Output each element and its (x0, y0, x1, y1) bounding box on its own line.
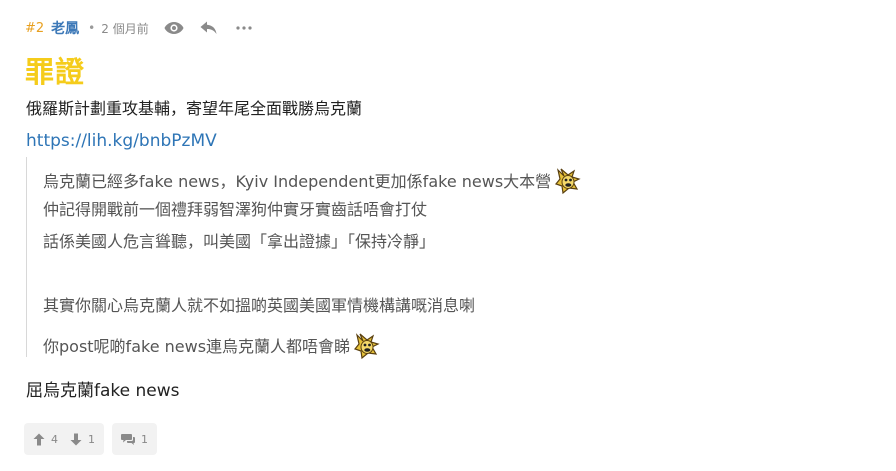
quote-line: 其實你關心烏克蘭人就不如搵啲英國美國軍情機構講嘅消息喇 (43, 296, 476, 315)
quote-line: 你post呢啲fake news連烏克蘭人都唔會睇 (43, 332, 380, 360)
downvote-button[interactable]: 1 (70, 433, 95, 446)
smiley-icon (553, 167, 581, 195)
vote-box: 4 1 (24, 423, 104, 455)
eye-icon[interactable] (163, 17, 185, 39)
post-link[interactable]: https://lih.kg/bnbPzMV (26, 130, 217, 152)
downvote-count: 1 (88, 432, 95, 446)
comment-count: 1 (141, 432, 148, 446)
thumb-up-icon (33, 433, 45, 445)
author-name[interactable]: 老鳳 (51, 18, 79, 38)
comment-button[interactable]: 1 (112, 423, 157, 455)
upvote-button[interactable]: 4 (33, 433, 58, 446)
post-actions: 4 1 1 (24, 423, 157, 455)
post-header: #2 老鳳 • 2 個月前 (25, 17, 255, 39)
floor-number: #2 (25, 20, 45, 36)
more-icon[interactable] (233, 17, 255, 39)
comment-icon (121, 434, 135, 445)
quote-text: 烏克蘭已經多fake news，Kyiv Independent更加係fake … (43, 172, 552, 191)
separator-dot: • (88, 21, 96, 35)
upvote-count: 4 (51, 432, 58, 446)
reply-icon[interactable] (198, 17, 220, 39)
quote-text: 你post呢啲fake news連烏克蘭人都唔會睇 (43, 337, 351, 356)
post-title: 罪證 (25, 55, 86, 89)
post-text-line: 俄羅斯計劃重攻基輔，寄望年尾全面戰勝烏克蘭 (26, 99, 363, 118)
quote-block: 烏克蘭已經多fake news，Kyiv Independent更加係fake … (26, 157, 647, 360)
thumb-down-icon (70, 433, 82, 445)
quote-line: 烏克蘭已經多fake news，Kyiv Independent更加係fake … (43, 167, 581, 195)
quote-line: 仲記得開戰前一個禮拜弱智澤狗仲實牙實齒話唔會打仗 (43, 200, 428, 219)
smiley-icon (352, 332, 380, 360)
quote-line: 話係美國人危言聳聽，叫美國「拿出證據」「保持冷靜」 (43, 232, 436, 251)
post-card: #2 老鳳 • 2 個月前 罪證 俄羅斯計劃重攻基輔，寄望年尾全面戰勝烏克蘭 h (0, 0, 896, 471)
post-text-line: 屈烏克蘭fake news (26, 381, 180, 401)
post-time: 2 個月前 (101, 21, 149, 36)
